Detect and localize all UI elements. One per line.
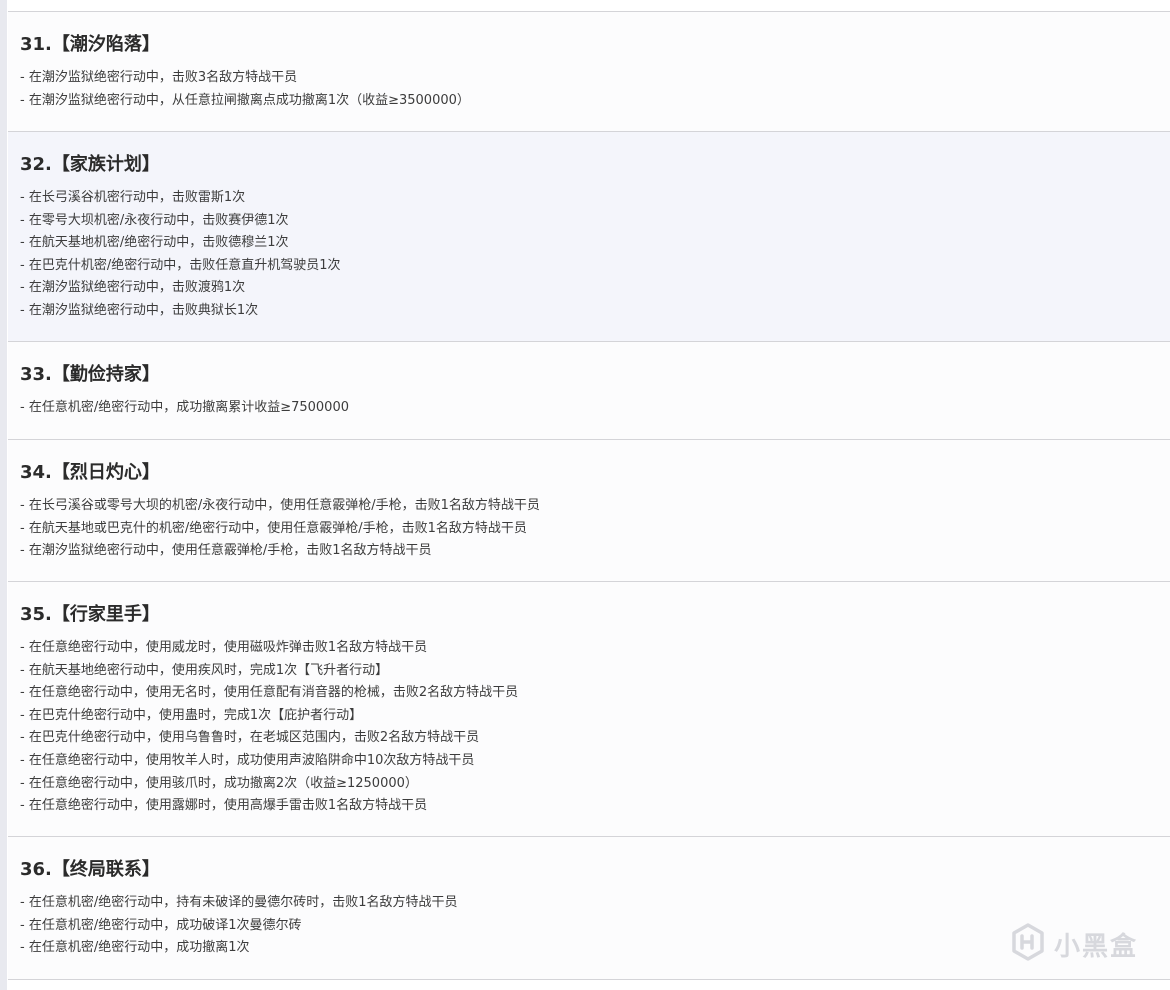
requirement-list: - 在长弓溪谷或零号大坝的机密/永夜行动中，使用任意霰弹枪/手枪，击败1名敌方特… xyxy=(20,495,540,563)
document-page: 31.【潮汐陷落】 - 在潮汐监狱绝密行动中，击败3名敌方特战干员 - 在潮汐监… xyxy=(0,0,1170,990)
list-item: - 在任意绝密行动中，使用牧羊人时，成功使用声波陷阱命中10次敌方特战干员 xyxy=(20,752,475,768)
section-title: 35.【行家里手】 xyxy=(20,604,160,625)
list-item: - 在航天基地或巴克什的机密/绝密行动中，使用任意霰弹枪/手枪，击败1名敌方特战… xyxy=(20,520,527,536)
list-item: - 在航天基地绝密行动中，使用疾风时，完成1次【飞升者行动】 xyxy=(20,662,389,678)
section-title: 32.【家族计划】 xyxy=(20,154,160,175)
section-33: 33.【勤俭持家】 - 在任意机密/绝密行动中，成功撤离累计收益≥7500000 xyxy=(8,341,1170,440)
watermark-text: 小黑盒 xyxy=(1053,931,1138,962)
list-item: - 在潮汐监狱绝密行动中，击败典狱长1次 xyxy=(20,302,259,318)
section-title: 33.【勤俭持家】 xyxy=(20,364,160,385)
requirement-list: - 在任意机密/绝密行动中，成功撤离累计收益≥7500000 xyxy=(20,397,349,420)
list-item: - 在任意绝密行动中，使用威龙时，使用磁吸炸弹击败1名敌方特战干员 xyxy=(20,640,428,655)
requirement-list: - 在长弓溪谷机密行动中，击败雷斯1次 - 在零号大坝机密/永夜行动中，击败赛伊… xyxy=(20,187,340,323)
list-item: - 在航天基地机密/绝密行动中，击败德穆兰1次 xyxy=(20,235,289,251)
section-31: 31.【潮汐陷落】 - 在潮汐监狱绝密行动中，击败3名敌方特战干员 - 在潮汐监… xyxy=(8,11,1170,132)
list-item: - 在潮汐监狱绝密行动中，使用任意霰弹枪/手枪，击败1名敌方特战干员 xyxy=(20,543,432,559)
list-item: - 在巴克什机密/绝密行动中，击败任意直升机驾驶员1次 xyxy=(20,257,341,273)
left-gutter xyxy=(0,0,7,990)
list-item: - 在任意机密/绝密行动中，成功撤离累计收益≥7500000 xyxy=(20,400,349,415)
section-title: 36.【终局联系】 xyxy=(20,859,160,880)
list-item: - 在巴克什绝密行动中，使用乌鲁鲁时，在老城区范围内，击败2名敌方特战干员 xyxy=(20,730,480,746)
section-36: 36.【终局联系】 - 在任意机密/绝密行动中，持有未破译的曼德尔砖时，击败1名… xyxy=(8,836,1170,980)
section-title: 34.【烈日灼心】 xyxy=(20,462,160,483)
list-item: - 在巴克什绝密行动中，使用蛊时，完成1次【庇护者行动】 xyxy=(20,707,363,723)
list-item: - 在任意绝密行动中，使用露娜时，使用高爆手雷击败1名敌方特战干员 xyxy=(20,798,428,814)
watermark: 小黑盒 xyxy=(1008,922,1138,966)
list-item: - 在潮汐监狱绝密行动中，从任意拉闸撤离点成功撤离1次（收益≥3500000） xyxy=(20,92,470,108)
list-item: - 在任意机密/绝密行动中，持有未破译的曼德尔砖时，击败1名敌方特战干员 xyxy=(20,895,458,910)
section-35: 35.【行家里手】 - 在任意绝密行动中，使用威龙时，使用磁吸炸弹击败1名敌方特… xyxy=(8,581,1170,837)
section-34: 34.【烈日灼心】 - 在长弓溪谷或零号大坝的机密/永夜行动中，使用任意霰弹枪/… xyxy=(8,439,1170,582)
list-item: - 在潮汐监狱绝密行动中，击败3名敌方特战干员 xyxy=(20,70,298,85)
requirement-list: - 在任意机密/绝密行动中，持有未破译的曼德尔砖时，击败1名敌方特战干员 - 在… xyxy=(20,892,457,960)
section-title: 31.【潮汐陷落】 xyxy=(20,34,160,55)
list-item: - 在零号大坝机密/永夜行动中，击败赛伊德1次 xyxy=(20,212,289,228)
list-item: - 在长弓溪谷或零号大坝的机密/永夜行动中，使用任意霰弹枪/手枪，击败1名敌方特… xyxy=(20,498,540,513)
list-item: - 在潮汐监狱绝密行动中，击败渡鸦1次 xyxy=(20,280,246,296)
list-item: - 在长弓溪谷机密行动中，击败雷斯1次 xyxy=(20,190,246,205)
requirement-list: - 在任意绝密行动中，使用威龙时，使用磁吸炸弹击败1名敌方特战干员 - 在航天基… xyxy=(20,637,518,818)
list-item: - 在任意绝密行动中，使用无名时，使用任意配有消音器的枪械，击败2名敌方特战干员 xyxy=(20,685,519,701)
requirement-list: - 在潮汐监狱绝密行动中，击败3名敌方特战干员 - 在潮汐监狱绝密行动中，从任意… xyxy=(20,67,470,112)
xiaoheihe-logo-icon xyxy=(1008,922,1048,966)
section-32: 32.【家族计划】 - 在长弓溪谷机密行动中，击败雷斯1次 - 在零号大坝机密/… xyxy=(8,131,1170,342)
list-item: - 在任意绝密行动中，使用骇爪时，成功撤离2次（收益≥1250000） xyxy=(20,775,418,791)
list-item: - 在任意机密/绝密行动中，成功撤离1次 xyxy=(20,940,250,956)
list-item: - 在任意机密/绝密行动中，成功破译1次曼德尔砖 xyxy=(20,917,302,933)
